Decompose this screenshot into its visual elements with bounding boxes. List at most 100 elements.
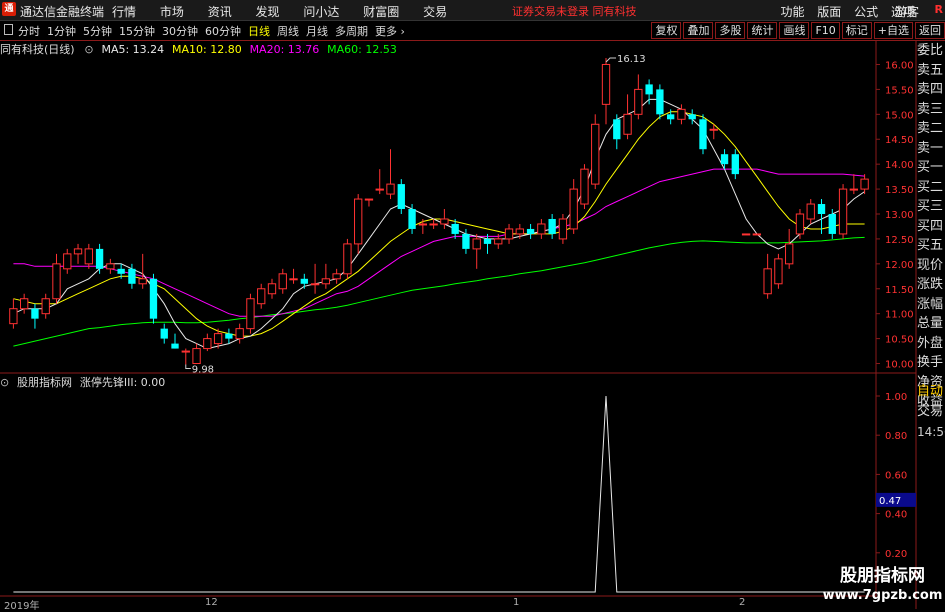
candle xyxy=(235,323,244,344)
kline-chart[interactable]: 16.00 15.50 15.00 14.50 14.00 13.50 13.00 12.50… xyxy=(0,0,945,609)
candle-body xyxy=(300,278,308,284)
candle xyxy=(192,343,201,365)
candle-body xyxy=(19,298,29,310)
candle xyxy=(310,263,320,294)
indicator-tick-label: 0.80 xyxy=(885,431,907,442)
candle xyxy=(731,149,739,180)
candle-body xyxy=(688,114,696,120)
ma5-line xyxy=(13,98,865,350)
max-price-label: 16.13 xyxy=(617,54,646,65)
candle-body xyxy=(677,108,686,120)
indicator-line xyxy=(13,395,865,593)
candle-body xyxy=(440,218,449,225)
candle-body xyxy=(634,88,643,115)
watermark-url: www.7gpzb.com xyxy=(822,588,943,603)
candle xyxy=(343,238,352,279)
candle-body xyxy=(601,63,611,105)
price-tick-label: 16.00 xyxy=(885,60,914,71)
candle-body xyxy=(569,188,578,230)
candle xyxy=(408,204,416,234)
candle xyxy=(52,253,61,304)
candle-body xyxy=(52,263,61,300)
candle-body xyxy=(364,198,374,201)
candle xyxy=(504,223,514,244)
candle-body xyxy=(160,328,168,339)
candle xyxy=(171,333,179,349)
max-price-pointer xyxy=(605,57,617,63)
candle xyxy=(677,104,686,125)
candle-body xyxy=(548,218,556,234)
candle xyxy=(483,233,492,254)
candle-body xyxy=(817,204,826,214)
candle xyxy=(699,114,707,155)
candle xyxy=(225,328,233,344)
candle-body xyxy=(73,248,83,255)
price-tick-label: 14.50 xyxy=(885,135,914,146)
candle xyxy=(257,283,266,309)
candle xyxy=(558,214,568,244)
candle-body xyxy=(84,248,93,265)
indicator-tick-label: 0.20 xyxy=(885,549,907,560)
candle-body xyxy=(591,123,600,185)
candle-body xyxy=(321,278,331,285)
ma10-line xyxy=(13,111,865,337)
candle-body xyxy=(623,113,632,135)
candle-body xyxy=(267,283,277,295)
price-tick-label: 13.50 xyxy=(885,185,914,196)
candle xyxy=(246,293,255,334)
candle-body xyxy=(289,278,298,281)
price-tick-label: 10.00 xyxy=(885,360,914,371)
candle xyxy=(106,258,115,274)
indicator-tick-label: 0.60 xyxy=(885,470,907,481)
candle-body xyxy=(774,258,783,285)
price-tick-label: 15.00 xyxy=(885,110,914,121)
indicator-value-label: 0.47 xyxy=(879,496,901,507)
candle-body xyxy=(246,298,255,330)
candle-body xyxy=(472,238,481,250)
candle xyxy=(138,253,147,289)
candle-body xyxy=(41,298,50,315)
candle-body xyxy=(31,308,39,319)
candle xyxy=(19,293,29,314)
candle-body xyxy=(332,273,341,280)
min-price-label: 9.98 xyxy=(192,365,214,376)
candle xyxy=(645,79,653,105)
candle xyxy=(613,114,621,150)
candle xyxy=(537,218,546,239)
candle-body xyxy=(526,228,535,234)
candle-body xyxy=(699,119,707,150)
candle xyxy=(95,243,104,274)
candle xyxy=(785,228,794,269)
candle-body xyxy=(257,288,266,305)
candle-body xyxy=(9,308,18,325)
candle xyxy=(364,198,374,207)
indicator-tick-label: 0.40 xyxy=(885,510,907,521)
candle-body xyxy=(666,114,675,120)
candle xyxy=(440,209,449,229)
candle xyxy=(548,214,556,239)
candle xyxy=(9,298,18,329)
candle xyxy=(73,243,83,264)
candle-body xyxy=(849,188,859,191)
candle-body xyxy=(720,154,729,165)
candle-body xyxy=(354,198,363,245)
candle xyxy=(634,74,643,120)
candle-body xyxy=(645,84,653,95)
candle xyxy=(838,184,848,239)
candle xyxy=(278,268,287,294)
candle-body xyxy=(138,278,147,285)
candle xyxy=(321,263,331,289)
candle xyxy=(203,333,212,352)
candle xyxy=(741,233,751,236)
candle-body xyxy=(192,348,201,365)
candle-body xyxy=(171,343,179,349)
candle-body xyxy=(838,188,848,235)
candle-body xyxy=(785,243,794,265)
candle-body xyxy=(580,168,589,205)
candle-body xyxy=(483,238,492,244)
candle-body xyxy=(149,278,158,319)
price-tick-label: 10.50 xyxy=(885,335,914,346)
ma60-line xyxy=(13,236,865,347)
candle-body xyxy=(656,89,664,115)
candle xyxy=(656,84,664,120)
